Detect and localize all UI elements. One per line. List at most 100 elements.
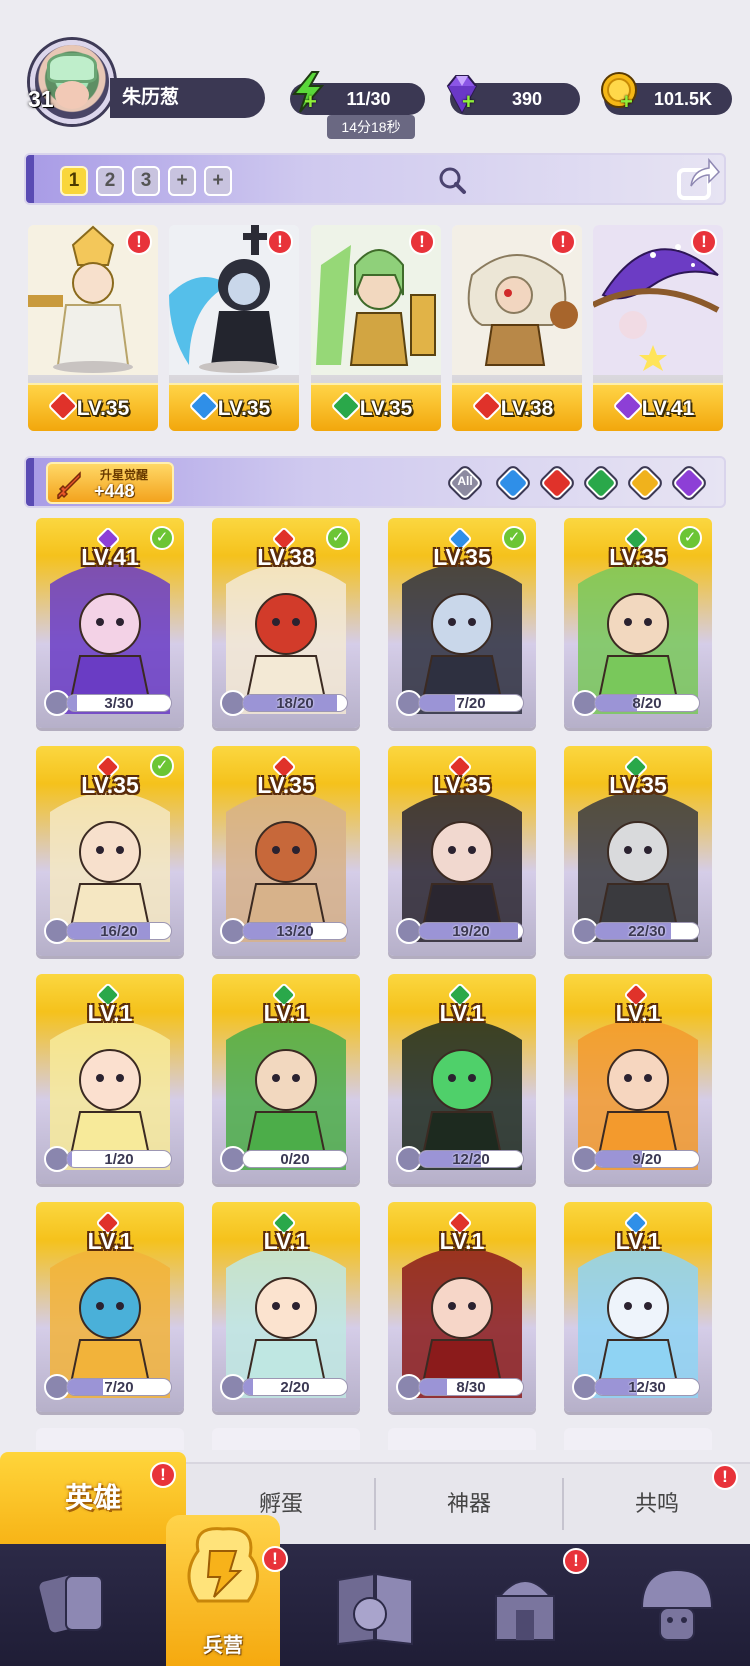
lineup-add-slot-2[interactable]: + bbox=[204, 166, 232, 196]
shard-progress-bar: 13/20 bbox=[242, 922, 348, 940]
checkmark-icon: ✓ bbox=[502, 526, 526, 550]
cards-nav-icon[interactable] bbox=[30, 1560, 120, 1650]
shard-progress-bar: 12/20 bbox=[418, 1150, 524, 1168]
alert-badge: ! bbox=[550, 229, 576, 255]
shard-count: 9/20 bbox=[632, 1151, 662, 1168]
hero-card-peek bbox=[212, 1428, 360, 1450]
team-hero-level: LV.38 bbox=[500, 397, 554, 420]
lineup-slot-1[interactable]: 1 bbox=[60, 166, 88, 196]
filter-dark-button[interactable] bbox=[672, 466, 706, 500]
shard-count: 7/20 bbox=[104, 1379, 134, 1396]
shard-count: 0/20 bbox=[280, 1151, 310, 1168]
alert-badge: ! bbox=[712, 1464, 738, 1490]
map-book-nav-icon[interactable] bbox=[330, 1560, 420, 1650]
player-name[interactable]: 朱历葱 bbox=[110, 78, 265, 118]
hero-card[interactable]: LV.1 12/20 bbox=[388, 974, 536, 1184]
hero-card-peek bbox=[388, 1428, 536, 1450]
team-hero-level: LV.35 bbox=[217, 397, 271, 420]
shard-progress-bar: 19/20 bbox=[418, 922, 524, 940]
team-hero-level: LV.35 bbox=[76, 397, 130, 420]
search-icon[interactable] bbox=[437, 165, 467, 195]
filter-all-label: All bbox=[457, 474, 473, 488]
alert-badge: ! bbox=[267, 229, 293, 255]
mushroom-nav-icon[interactable] bbox=[632, 1560, 722, 1650]
shard-count: 18/20 bbox=[276, 695, 314, 712]
lineup-slot-3[interactable]: 3 bbox=[132, 166, 160, 196]
shard-count: 2/20 bbox=[280, 1379, 310, 1396]
awaken-count: +448 bbox=[94, 481, 135, 501]
fire-element-icon bbox=[540, 466, 574, 500]
shrine-nav-icon[interactable] bbox=[480, 1560, 570, 1650]
shard-progress-bar: 12/30 bbox=[594, 1378, 700, 1396]
shard-count: 3/30 bbox=[104, 695, 134, 712]
hero-card[interactable]: LV.35 ✓ 8/20 bbox=[564, 518, 712, 728]
shard-count: 19/20 bbox=[452, 923, 490, 940]
hero-card[interactable]: LV.38 ✓ 18/20 bbox=[212, 518, 360, 728]
dark-element-icon bbox=[672, 466, 706, 500]
alert-badge: ! bbox=[691, 229, 717, 255]
hero-card[interactable]: LV.1 0/20 bbox=[212, 974, 360, 1184]
hero-card[interactable]: LV.1 9/20 bbox=[564, 974, 712, 1184]
player-level: 31 bbox=[28, 86, 54, 112]
hero-card[interactable]: LV.35 ✓ 16/20 bbox=[36, 746, 184, 956]
share-icon[interactable] bbox=[675, 156, 721, 202]
hero-card[interactable]: LV.1 8/30 bbox=[388, 1202, 536, 1412]
hero-level: LV.35 bbox=[609, 772, 667, 798]
hero-level: LV.35 bbox=[257, 772, 315, 798]
team-hero-card-2[interactable]: LV.35 ! bbox=[169, 225, 299, 431]
filter-water-button[interactable] bbox=[496, 466, 530, 500]
shard-progress-bar: 18/20 bbox=[242, 694, 348, 712]
filter-fire-button[interactable] bbox=[540, 466, 574, 500]
add-gem-icon[interactable]: + bbox=[462, 91, 478, 113]
shard-progress-bar: 16/20 bbox=[66, 922, 172, 940]
shard-count: 13/20 bbox=[276, 923, 314, 940]
awaken-button[interactable]: 升星觉醒 +448 bbox=[46, 462, 174, 504]
shard-count: 8/20 bbox=[632, 695, 662, 712]
team-hero-card-4[interactable]: LV.38 ! bbox=[452, 225, 582, 431]
shard-count: 1/20 bbox=[104, 1151, 134, 1168]
shard-progress-bar: 8/30 bbox=[418, 1378, 524, 1396]
team-hero-level: LV.41 bbox=[641, 397, 695, 420]
hero-card[interactable]: LV.1 1/20 bbox=[36, 974, 184, 1184]
shard-progress-bar: 8/20 bbox=[594, 694, 700, 712]
add-energy-icon[interactable]: + bbox=[304, 91, 320, 113]
hero-card-peek bbox=[36, 1428, 184, 1450]
shard-count: 16/20 bbox=[100, 923, 138, 940]
team-hero-card-1[interactable]: LV.35 ! bbox=[28, 225, 158, 431]
hero-card[interactable]: LV.35 22/30 bbox=[564, 746, 712, 956]
filter-light-button[interactable] bbox=[628, 466, 662, 500]
sword-icon bbox=[57, 471, 81, 499]
hero-card[interactable]: LV.41 ✓ 3/30 bbox=[36, 518, 184, 728]
hero-card[interactable]: LV.1 7/20 bbox=[36, 1202, 184, 1412]
water-element-icon bbox=[496, 466, 530, 500]
team-hero-card-3[interactable]: LV.35 ! bbox=[311, 225, 441, 431]
hero-card[interactable]: LV.35 13/20 bbox=[212, 746, 360, 956]
lineup-add-slot-1[interactable]: + bbox=[168, 166, 196, 196]
filter-wind-button[interactable] bbox=[584, 466, 618, 500]
tab-artifact[interactable]: 神器 bbox=[374, 1478, 562, 1530]
nav-barracks[interactable]: 兵营 bbox=[166, 1515, 280, 1666]
avatar-hair bbox=[47, 53, 97, 83]
hero-card[interactable]: LV.35 19/20 bbox=[388, 746, 536, 956]
shard-progress-bar: 7/20 bbox=[418, 694, 524, 712]
filter-all-button[interactable]: All bbox=[448, 466, 482, 500]
hero-card[interactable]: LV.1 2/20 bbox=[212, 1202, 360, 1412]
hero-card[interactable]: LV.1 12/30 bbox=[564, 1202, 712, 1412]
hero-level: LV.1 bbox=[263, 1000, 309, 1026]
team-hero-card-5[interactable]: LV.41 ! bbox=[593, 225, 723, 431]
hero-level: LV.1 bbox=[439, 1000, 485, 1026]
lineup-slot-2[interactable]: 2 bbox=[96, 166, 124, 196]
add-coin-icon[interactable]: + bbox=[620, 91, 636, 113]
shard-progress-bar: 7/20 bbox=[66, 1378, 172, 1396]
hero-level: LV.1 bbox=[615, 1000, 661, 1026]
light-element-icon bbox=[628, 466, 662, 500]
hero-level: LV.1 bbox=[87, 1000, 133, 1026]
hero-card[interactable]: LV.35 ✓ 7/20 bbox=[388, 518, 536, 728]
shard-progress-bar: 3/30 bbox=[66, 694, 172, 712]
hero-level: LV.1 bbox=[615, 1228, 661, 1254]
shard-count: 8/30 bbox=[456, 1379, 486, 1396]
shard-progress-bar: 9/20 bbox=[594, 1150, 700, 1168]
team-hero-level: LV.35 bbox=[359, 397, 413, 420]
nav-barracks-label: 兵营 bbox=[203, 1635, 243, 1657]
hero-level: LV.35 bbox=[433, 772, 491, 798]
